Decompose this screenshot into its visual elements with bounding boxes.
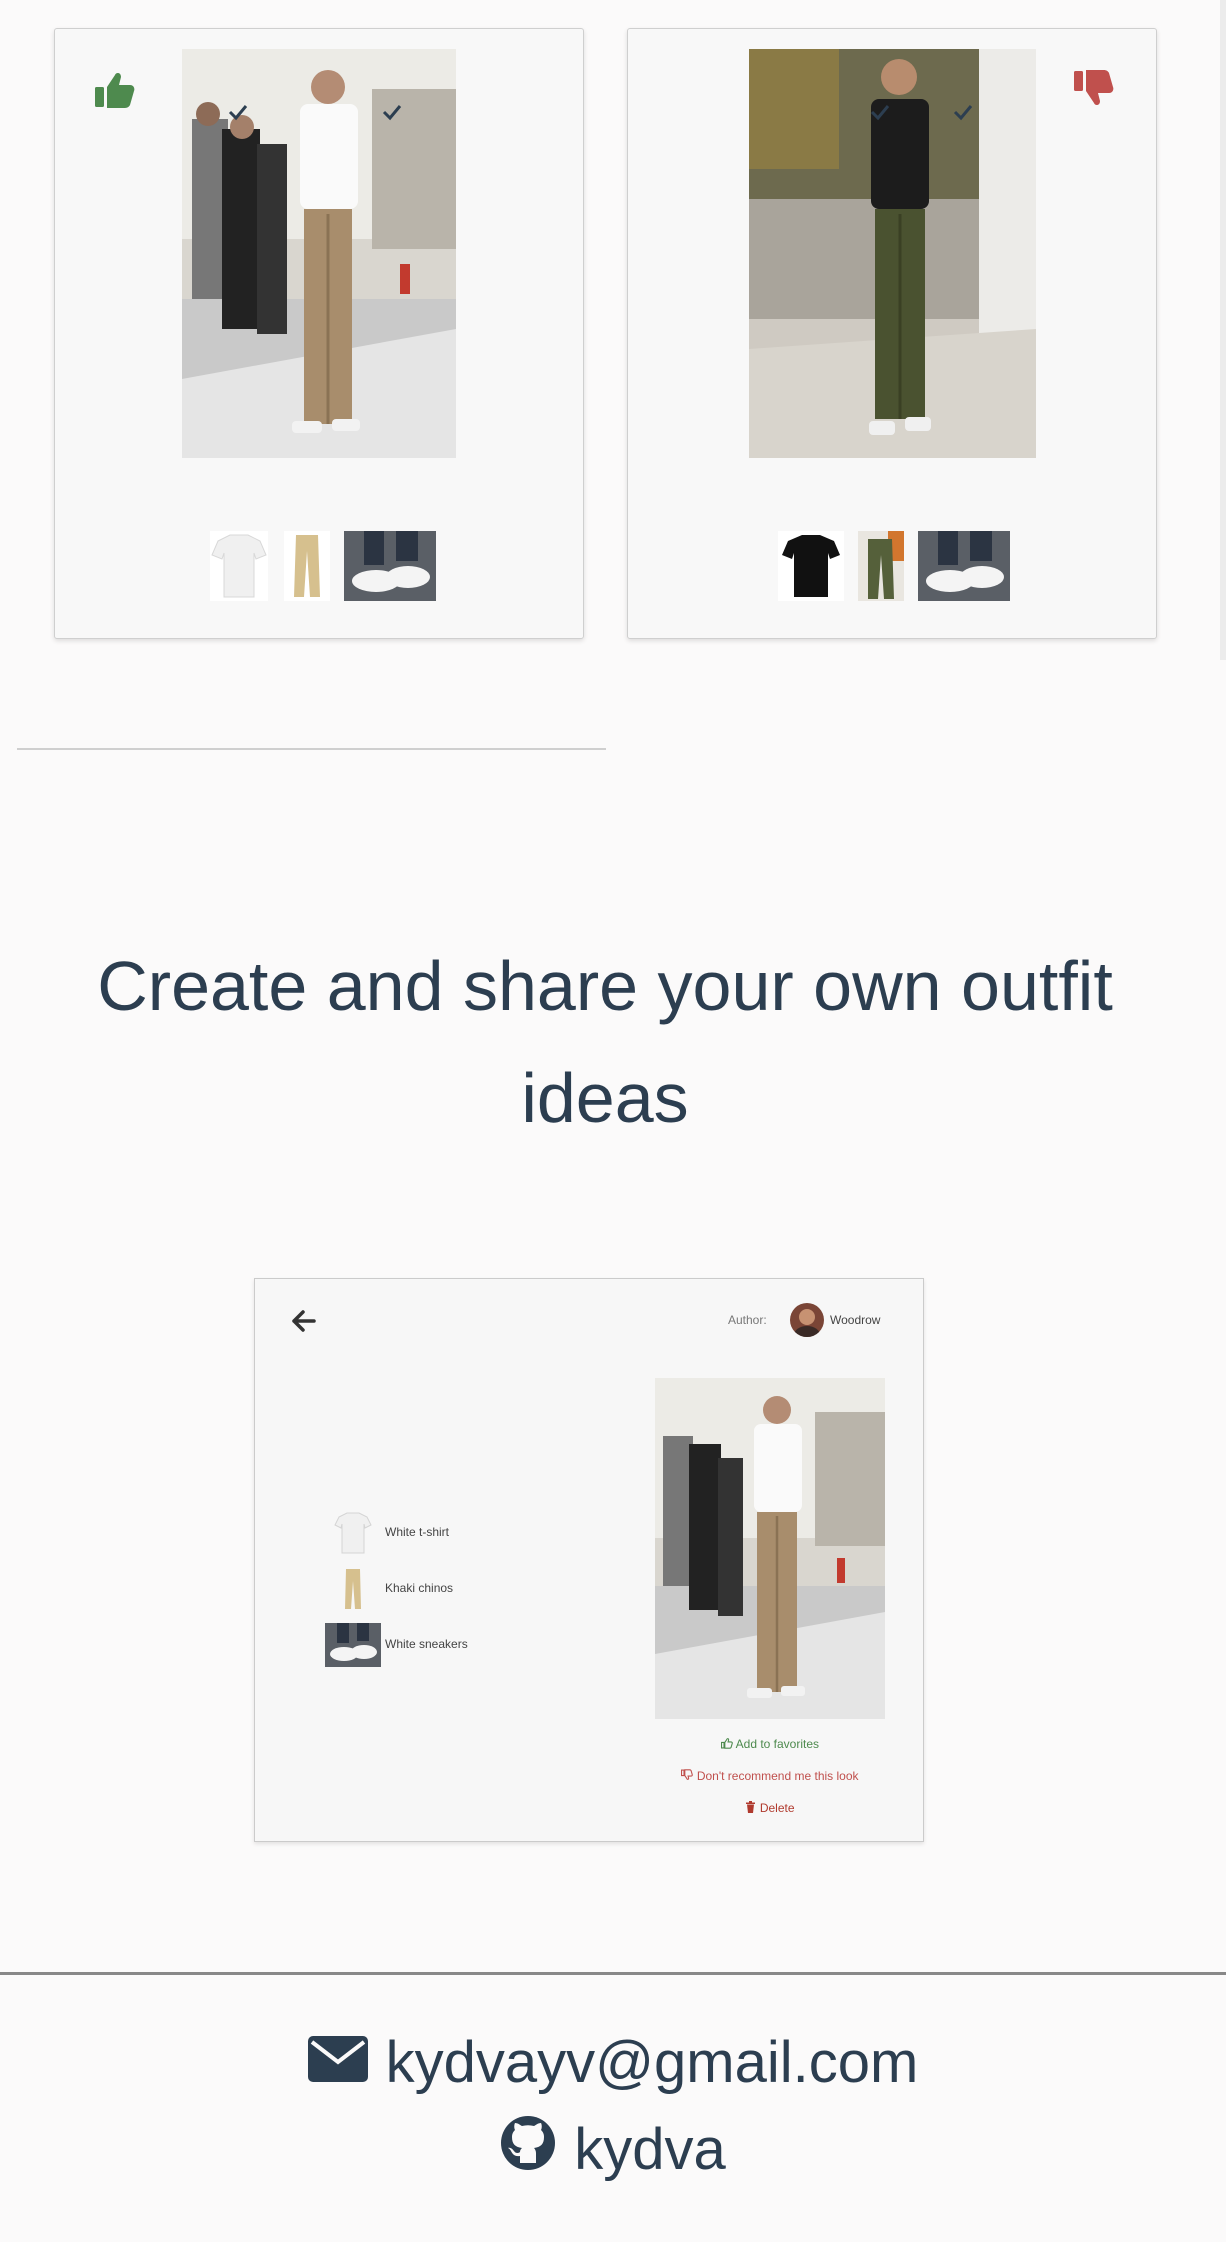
check-icon	[381, 103, 403, 121]
delete-label: Delete	[759, 1801, 795, 1815]
outfit-card[interactable]	[627, 28, 1157, 639]
thumbs-up-icon	[720, 1737, 736, 1751]
outfit-photo[interactable]	[182, 49, 456, 458]
trash-icon	[745, 1801, 759, 1815]
thumbs-down-icon[interactable]	[1072, 67, 1116, 111]
item-thumbnail-black-tshirt[interactable]	[778, 531, 844, 601]
outfit-photo	[655, 1378, 885, 1719]
item-thumbnail-olive-cargo-pants[interactable]	[858, 531, 904, 601]
section-headline: Create and share your own outfit ideas	[97, 947, 1113, 1137]
item-thumbnail-white-tshirt	[325, 1511, 381, 1555]
section-divider	[17, 748, 606, 750]
carousel-edge	[1220, 0, 1226, 660]
outfit-card[interactable]	[54, 28, 584, 639]
back-arrow-icon[interactable]	[289, 1307, 317, 1335]
item-label: Khaki chinos	[385, 1581, 454, 1595]
envelope-icon	[307, 2029, 368, 2096]
check-icon	[952, 103, 974, 121]
item-label: White sneakers	[385, 1637, 468, 1651]
email-text[interactable]: kydvayv@gmail.com	[386, 2030, 919, 2095]
item-thumbnail-white-sneakers[interactable]	[344, 531, 436, 601]
author-label: Author:	[728, 1313, 767, 1327]
outfit-photo[interactable]	[749, 49, 1036, 458]
footer-email-link[interactable]: kydvayv@gmail.com	[0, 2025, 1226, 2096]
check-icon	[227, 103, 249, 121]
github-username[interactable]: kydva	[574, 2117, 726, 2182]
outfit-items	[210, 531, 440, 601]
dont-recommend-label: Don't recommend me this look	[696, 1769, 859, 1783]
item-thumbnail-khaki-chinos[interactable]	[284, 531, 330, 601]
item-label: White t-shirt	[385, 1525, 450, 1539]
item-thumbnail-khaki-chinos	[325, 1567, 381, 1611]
item-thumbnail-white-tshirt[interactable]	[210, 531, 268, 601]
outfit-editor-preview: Author: Woodrow White t-shirt Khaki chin…	[254, 1278, 924, 1842]
footer-github-link[interactable]: kydva	[0, 2112, 1226, 2185]
author-name[interactable]: Woodrow	[830, 1313, 880, 1327]
github-icon	[500, 2115, 556, 2185]
add-to-favorites-button[interactable]: Add to favorites	[655, 1737, 885, 1751]
item-thumbnail-white-sneakers	[325, 1623, 381, 1667]
thumbs-down-icon	[681, 1769, 696, 1783]
author-avatar[interactable]	[790, 1303, 824, 1337]
dont-recommend-button[interactable]: Don't recommend me this look	[655, 1769, 885, 1783]
thumbs-up-icon[interactable]	[93, 67, 137, 111]
add-to-favorites-label: Add to favorites	[735, 1737, 820, 1751]
item-thumbnail-white-sneakers[interactable]	[918, 531, 1010, 601]
footer: kydvayv@gmail.com kydva	[0, 1972, 1226, 2242]
check-icon	[869, 103, 891, 121]
delete-button[interactable]: Delete	[655, 1801, 885, 1815]
outfit-items	[778, 531, 1018, 601]
